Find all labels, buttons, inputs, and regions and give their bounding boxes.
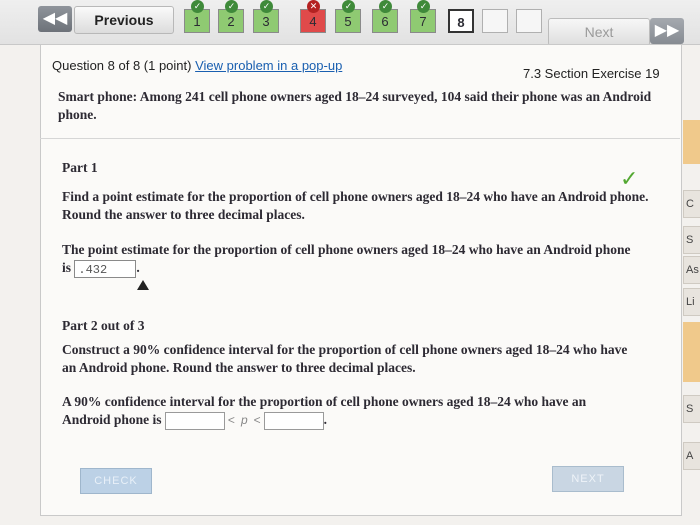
side-panel-accent: [683, 120, 700, 164]
side-tab[interactable]: C: [683, 190, 700, 218]
side-tab[interactable]: A: [683, 442, 700, 470]
check-button[interactable]: CHECK: [80, 468, 152, 494]
incorrect-x-icon: ✕: [307, 0, 320, 13]
side-panel-accent: [683, 322, 700, 382]
part1-instruction: Find a point estimate for the proportion…: [62, 189, 649, 222]
question-number: 1: [193, 14, 201, 29]
question-number: 5: [344, 14, 352, 29]
next-arrow-icon[interactable]: ▶▶: [650, 18, 684, 44]
mouse-cursor-icon: [137, 280, 149, 290]
next-question-button[interactable]: NEXT: [552, 466, 624, 492]
part2-instruction: Construct a 90% confidence interval for …: [62, 342, 628, 375]
part2-title: Part 2 out of 3: [62, 318, 145, 333]
question-number: 8: [457, 15, 465, 30]
correct-check-icon: ✓: [260, 0, 273, 13]
question-nav-7[interactable]: ✓ 7: [410, 0, 436, 33]
section-label: 7.3 Section Exercise 19: [523, 66, 660, 81]
side-tab[interactable]: As: [683, 256, 700, 284]
period: .: [136, 260, 140, 275]
previous-arrow-icon[interactable]: ◀◀: [38, 6, 72, 32]
less-than-symbol: <: [253, 413, 261, 427]
correct-check-icon: ✓: [417, 0, 430, 13]
question-number: 6: [381, 14, 389, 29]
next-button[interactable]: Next: [548, 18, 650, 46]
question-number: 7: [419, 14, 427, 29]
less-than-symbol: <: [227, 413, 235, 427]
divider: [40, 138, 680, 139]
part2-answer-line: A 90% confidence interval for the propor…: [62, 393, 632, 430]
question-nav-placeholder: [516, 9, 542, 33]
question-navigation-bar: ◀◀ Previous ✓ 1 ✓ 2 ✓ 3 ✕ 4 ✓ 5 ✓ 6 ✓ 7 …: [0, 0, 700, 46]
popup-link[interactable]: View problem in a pop-up: [195, 58, 342, 73]
part1-answer-line: The point estimate for the proportion of…: [62, 241, 642, 278]
question-number: 2: [227, 14, 235, 29]
question-nav-3[interactable]: ✓ 3: [253, 0, 279, 33]
correct-check-icon: ✓: [225, 0, 238, 13]
part1-title: Part 1: [62, 160, 98, 175]
correct-check-icon: ✓: [191, 0, 204, 13]
correct-check-icon: ✓: [379, 0, 392, 13]
question-stem: Smart phone: Among 241 cell phone owners…: [58, 89, 652, 122]
side-tab[interactable]: S: [683, 226, 700, 254]
question-nav-8[interactable]: 8: [448, 9, 474, 33]
question-header: Question 8 of 8 (1 point) View problem i…: [52, 58, 342, 73]
question-nav-4[interactable]: ✕ 4: [300, 0, 326, 33]
point-estimate-answer[interactable]: .432: [74, 259, 137, 278]
part1-answer-prompt: The point estimate for the proportion of…: [62, 242, 631, 275]
period: .: [323, 412, 328, 427]
lower-bound-input[interactable]: [164, 411, 225, 430]
previous-button[interactable]: Previous: [74, 6, 174, 34]
question-nav-placeholder: [482, 9, 508, 33]
question-nav-5[interactable]: ✓ 5: [335, 0, 361, 33]
question-number: 4: [309, 14, 317, 29]
question-nav-6[interactable]: ✓ 6: [372, 0, 398, 33]
upper-bound-input[interactable]: [263, 411, 324, 430]
question-nav-2[interactable]: ✓ 2: [218, 0, 244, 33]
side-tab[interactable]: Li: [683, 288, 700, 316]
question-number: 3: [262, 14, 270, 29]
question-counter: Question 8 of 8 (1 point): [52, 58, 192, 73]
question-nav-1[interactable]: ✓ 1: [184, 0, 210, 33]
correct-check-icon: ✓: [342, 0, 355, 13]
side-tab[interactable]: S: [683, 395, 700, 423]
variable-p: p: [240, 413, 248, 427]
